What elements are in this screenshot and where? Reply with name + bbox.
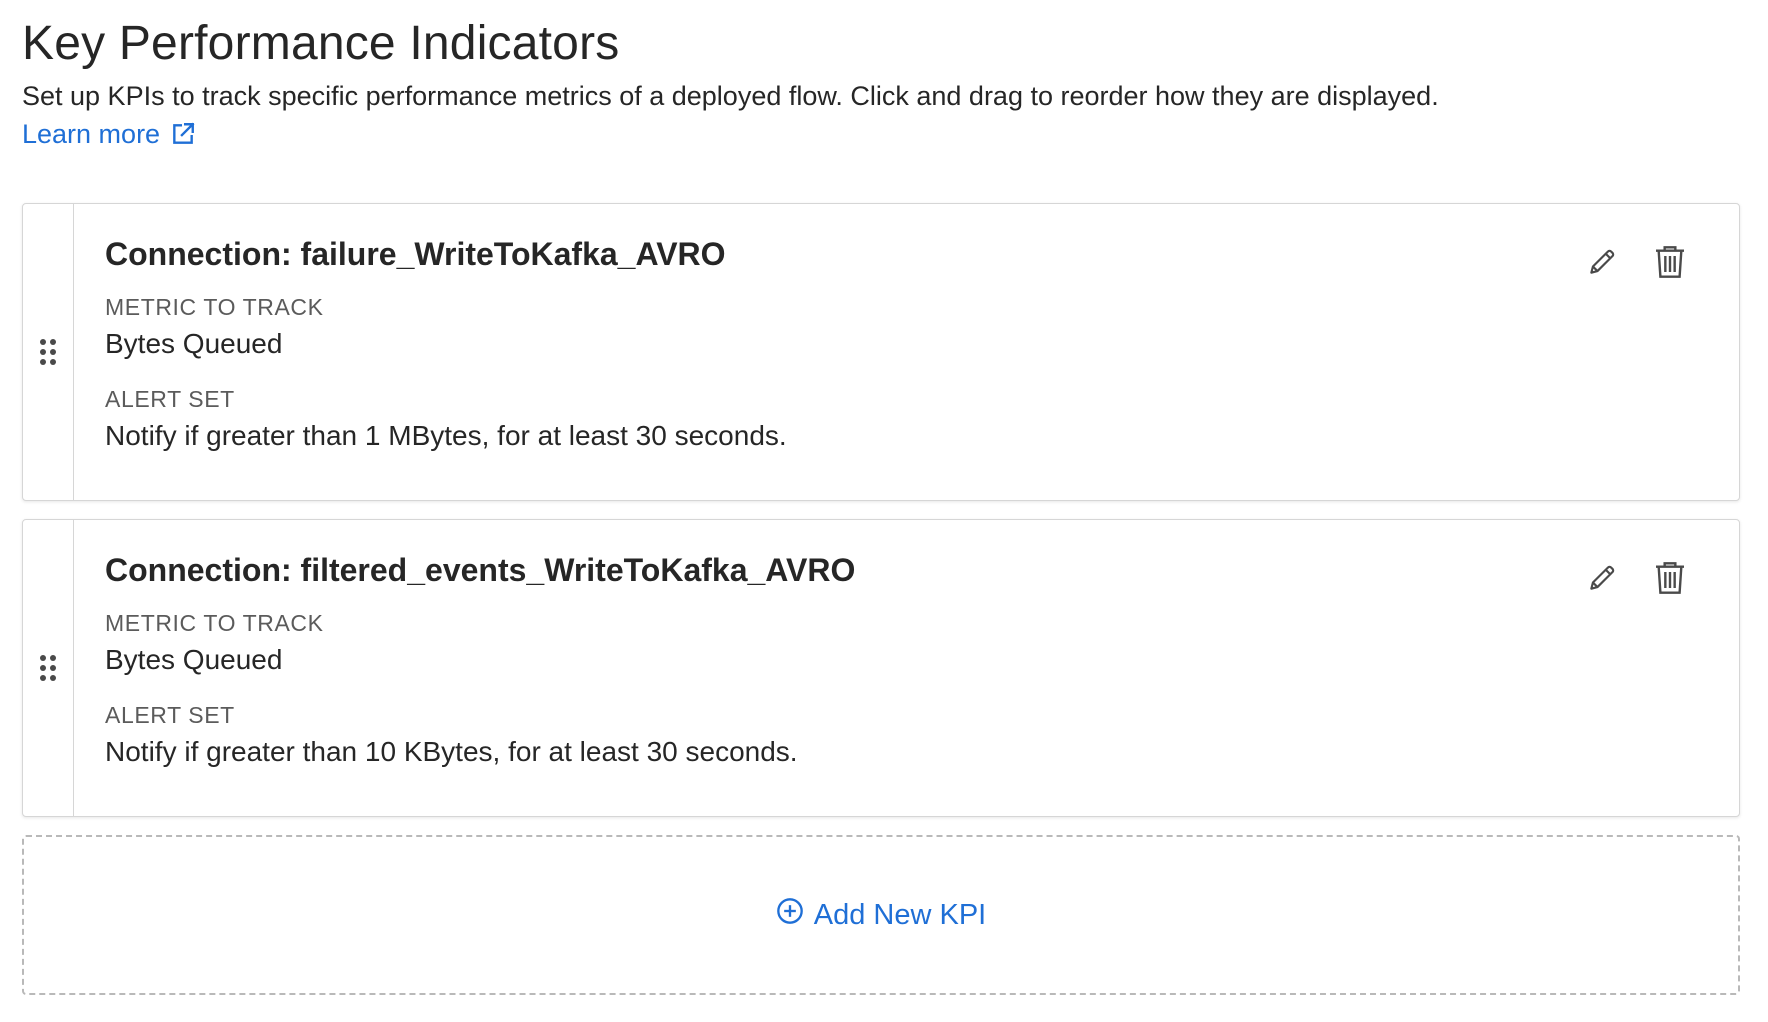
drag-handle-icon[interactable] (23, 204, 74, 500)
edit-kpi-button[interactable] (1583, 242, 1621, 284)
learn-more-label: Learn more (22, 119, 161, 149)
metric-label: METRIC TO TRACK (105, 610, 324, 636)
add-kpi-label: Add New KPI (813, 898, 987, 931)
pencil-icon (1586, 246, 1618, 281)
kpi-card[interactable]: Connection: filtered_events_WriteToKafka… (22, 519, 1740, 817)
kpi-actions (1583, 242, 1689, 284)
kpi-actions (1583, 558, 1689, 600)
edit-kpi-button[interactable] (1583, 558, 1621, 600)
alert-label: ALERT SET (105, 386, 235, 412)
alert-label: ALERT SET (105, 702, 235, 728)
kpi-title: Connection: filtered_events_WriteToKafka… (105, 552, 856, 588)
drag-handle-icon[interactable] (23, 520, 74, 816)
alert-value: Notify if greater than 10 KBytes, for at… (105, 736, 798, 767)
kpi-list: Connection: failure_WriteToKafka_AVRO ME… (22, 203, 1740, 995)
trash-icon (1654, 244, 1686, 283)
metric-value: Bytes Queued (105, 328, 283, 359)
alert-value: Notify if greater than 1 MBytes, for at … (105, 420, 787, 451)
kpi-page: Key Performance Indicators Set up KPIs t… (0, 0, 1768, 1022)
plus-circle-icon (776, 897, 804, 933)
delete-kpi-button[interactable] (1651, 242, 1689, 284)
delete-kpi-button[interactable] (1651, 558, 1689, 600)
kpi-body: Connection: failure_WriteToKafka_AVRO ME… (74, 204, 1739, 500)
add-new-kpi-button[interactable]: Add New KPI (22, 835, 1740, 995)
metric-label: METRIC TO TRACK (105, 294, 324, 320)
learn-more-link[interactable]: Learn more (22, 114, 196, 154)
kpi-body: Connection: filtered_events_WriteToKafka… (74, 520, 1739, 816)
page-title: Key Performance Indicators (22, 17, 620, 70)
kpi-title: Connection: failure_WriteToKafka_AVRO (105, 236, 726, 272)
metric-value: Bytes Queued (105, 644, 283, 675)
kpi-card[interactable]: Connection: failure_WriteToKafka_AVRO ME… (22, 203, 1740, 501)
page-description: Set up KPIs to track specific performanc… (22, 81, 1439, 111)
add-kpi-content: Add New KPI (776, 897, 986, 933)
trash-icon (1654, 560, 1686, 599)
external-link-icon (170, 121, 196, 147)
pencil-icon (1586, 562, 1618, 597)
